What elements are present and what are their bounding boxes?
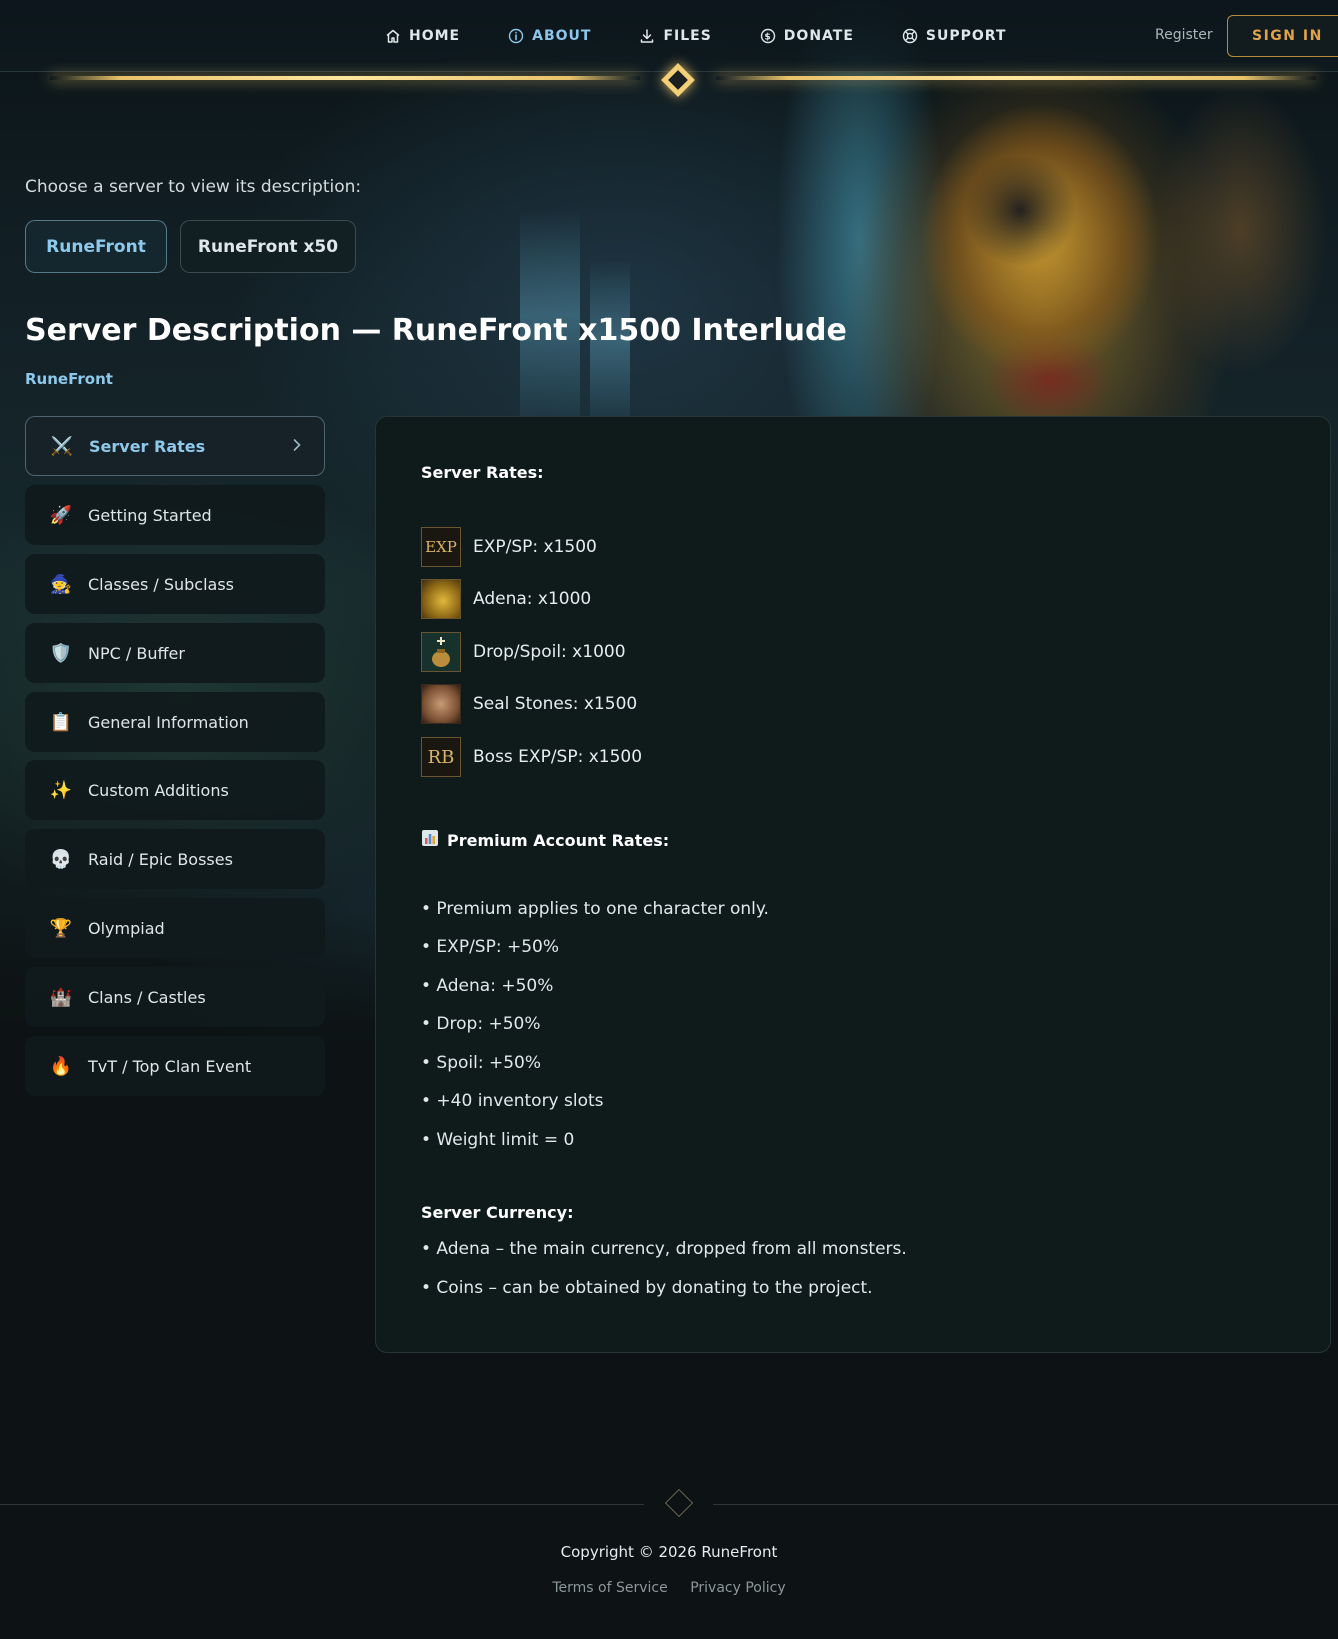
shield-icon: 🛡️ (49, 642, 73, 664)
sidebar-item-label: Classes / Subclass (88, 574, 235, 594)
sidebar-item-general-information[interactable]: 📋 General Information (25, 692, 325, 752)
crossed-swords-icon: ⚔️ (50, 435, 74, 457)
rocket-icon: 🚀 (49, 504, 73, 526)
dollar-icon: $ (760, 28, 776, 44)
nav-files[interactable]: FILES (639, 24, 711, 48)
clipboard-icon: 📋 (49, 711, 73, 733)
rate-label: Adena: x1000 (473, 589, 592, 609)
rate-row-seal-stones: Seal Stones: x1500 (421, 684, 637, 724)
server-button-runefront[interactable]: RuneFront (25, 220, 167, 273)
info-icon (508, 28, 524, 44)
fire-icon: 🔥 (49, 1055, 73, 1077)
nav-home-label: HOME (409, 28, 461, 44)
rate-row-boss-exp: RB Boss EXP/SP: x1500 (421, 737, 642, 777)
nav-about[interactable]: ABOUT (508, 24, 591, 48)
server-button-runefront-x50[interactable]: RuneFront x50 (180, 220, 356, 273)
sidebar-item-label: Server Rates (89, 436, 206, 456)
sidebar-item-label: TvT / Top Clan Event (88, 1056, 252, 1076)
premium-item: • EXP/SP: +50% (421, 937, 560, 957)
nav-support-label: SUPPORT (925, 28, 1007, 44)
sparkles-icon: ✨ (49, 779, 73, 801)
sidebar-item-tvt-event[interactable]: 🔥 TvT / Top Clan Event (25, 1036, 325, 1096)
raid-boss-icon: RB (421, 737, 461, 777)
footer-diamond-ornament (664, 1488, 694, 1518)
terms-of-service-link[interactable]: Terms of Service (552, 1580, 667, 1596)
adena-coins-icon (421, 579, 461, 619)
sidebar-item-label: Getting Started (88, 505, 212, 525)
rate-row-exp: EXP EXP/SP: x1500 (421, 527, 597, 567)
rate-label: EXP/SP: x1500 (473, 537, 597, 557)
premium-item: • Drop: +50% (421, 1014, 541, 1034)
main-nav: HOME ABOUT FILES $ DONATE SUPPORT (385, 24, 1054, 48)
premium-item: • Premium applies to one character only. (421, 899, 769, 919)
hero-character-art (900, 70, 1338, 415)
nav-files-label: FILES (663, 28, 712, 44)
sidebar-item-server-rates[interactable]: ⚔️ Server Rates (25, 416, 325, 476)
privacy-policy-link[interactable]: Privacy Policy (690, 1580, 785, 1596)
rate-label: Seal Stones: x1500 (473, 694, 638, 714)
seal-stone-icon (421, 684, 461, 724)
choose-server-prompt: Choose a server to view its description: (25, 177, 362, 197)
download-icon (639, 28, 655, 44)
sidebar-item-custom-additions[interactable]: ✨ Custom Additions (25, 760, 325, 820)
server-currency-heading: Server Currency: (421, 1203, 574, 1222)
breadcrumb[interactable]: RuneFront (25, 370, 113, 388)
rate-row-drop: Drop/Spoil: x1000 (421, 632, 626, 672)
sidebar-item-label: Clans / Castles (88, 987, 206, 1007)
mage-icon: 🧙 (49, 573, 73, 595)
footer-divider-left (0, 1504, 644, 1505)
nav-support[interactable]: SUPPORT (902, 24, 1007, 48)
premium-item: • Weight limit = 0 (421, 1130, 575, 1150)
chevron-right-icon (292, 437, 302, 457)
sidebar-item-raid-bosses[interactable]: 💀 Raid / Epic Bosses (25, 829, 325, 889)
server-rates-heading: Server Rates: (421, 463, 544, 482)
nav-donate-label: DONATE (783, 28, 854, 44)
gold-divider-left (50, 76, 640, 80)
rate-row-adena: Adena: x1000 (421, 579, 591, 619)
page-title: Server Description — RuneFront x1500 Int… (25, 313, 847, 348)
sidebar-item-clans-castles[interactable]: 🏰 Clans / Castles (25, 967, 325, 1027)
premium-item: • Adena: +50% (421, 976, 554, 996)
rate-label: Drop/Spoil: x1000 (473, 642, 626, 662)
sidebar-item-getting-started[interactable]: 🚀 Getting Started (25, 485, 325, 545)
sidebar-item-label: NPC / Buffer (88, 643, 185, 663)
sidebar-item-label: Custom Additions (88, 780, 229, 800)
lifebuoy-icon (902, 28, 918, 44)
exp-icon: EXP (421, 527, 461, 567)
currency-item: • Adena – the main currency, dropped fro… (421, 1239, 907, 1259)
sidebar-item-label: General Information (88, 712, 249, 732)
premium-rates-heading: Premium Account Rates: (421, 829, 669, 851)
bar-chart-icon (421, 829, 439, 851)
sign-in-button[interactable]: SIGN IN (1227, 15, 1338, 57)
nav-home[interactable]: HOME (385, 24, 460, 48)
currency-item: • Coins – can be obtained by donating to… (421, 1278, 873, 1298)
copyright-text: Copyright © 2026 RuneFront (560, 1543, 778, 1561)
footer-divider-right (713, 1504, 1338, 1505)
nav-about-label: ABOUT (532, 28, 592, 44)
premium-item: • Spoil: +50% (421, 1053, 542, 1073)
content-panel: Server Rates: EXP EXP/SP: x1500 Adena: x… (375, 416, 1331, 1353)
home-icon (385, 28, 401, 44)
rate-label: Boss EXP/SP: x1500 (473, 747, 643, 767)
svg-text:$: $ (764, 33, 771, 43)
sidebar-item-npc-buffer[interactable]: 🛡️ NPC / Buffer (25, 623, 325, 683)
sidebar-item-classes[interactable]: 🧙 Classes / Subclass (25, 554, 325, 614)
top-navigation-bar: HOME ABOUT FILES $ DONATE SUPPORT Regist… (0, 0, 1338, 72)
nav-donate[interactable]: $ DONATE (760, 24, 854, 48)
castle-icon: 🏰 (49, 986, 73, 1008)
sidebar-item-label: Olympiad (88, 918, 165, 938)
register-link[interactable]: Register (1155, 27, 1213, 43)
trophy-icon: 🏆 (49, 917, 73, 939)
footer-links: Terms of Service Privacy Policy (0, 1580, 1338, 1596)
skull-icon: 💀 (49, 848, 73, 870)
sidebar-item-label: Raid / Epic Bosses (88, 849, 233, 869)
sidebar-item-olympiad[interactable]: 🏆 Olympiad (25, 898, 325, 958)
drop-bag-icon (421, 632, 461, 672)
gold-divider-right (716, 76, 1316, 80)
premium-item: • +40 inventory slots (421, 1091, 604, 1111)
